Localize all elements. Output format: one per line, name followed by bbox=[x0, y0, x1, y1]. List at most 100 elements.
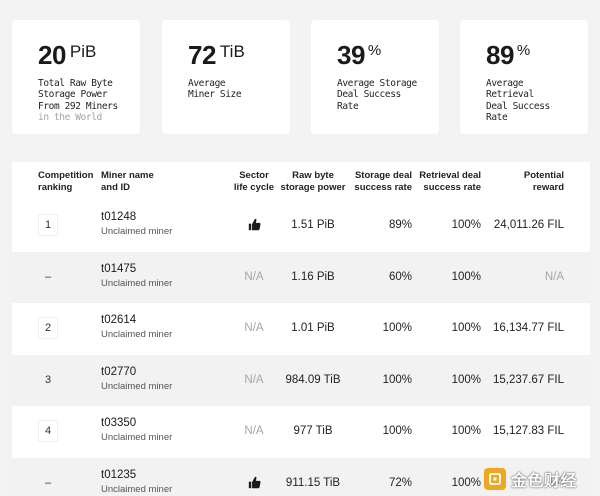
table-row[interactable]: 2 t02614 Unclaimed miner N/A 1.01 PiB 100% 100… bbox=[12, 303, 590, 355]
column-header-miner-name[interactable]: Miner name and ID bbox=[101, 170, 154, 193]
retrieval-deal-rate: 100% bbox=[451, 270, 481, 283]
header-line: Sector bbox=[239, 170, 269, 181]
stat-value: 39 bbox=[337, 40, 365, 70]
stat-desc-line: Retrieval bbox=[486, 89, 534, 101]
storage-deal-rate: 72% bbox=[388, 476, 412, 489]
retrieval-deal-rate: 100% bbox=[451, 322, 481, 334]
stat-unit: % bbox=[516, 42, 531, 59]
rank-badge: 1 bbox=[38, 214, 58, 236]
column-header-storage-deal-rate[interactable]: Storage deal success rate bbox=[348, 170, 412, 193]
watermark-logo-icon bbox=[484, 468, 506, 490]
header-line: Potential bbox=[523, 170, 564, 181]
stat-desc-line: Rate bbox=[337, 100, 359, 112]
stat-unit: TiB bbox=[219, 42, 245, 61]
retrieval-deal-rate: 100% bbox=[451, 219, 481, 231]
potential-reward: 15,237.67 FIL bbox=[493, 373, 564, 386]
column-header-storage-power[interactable]: Raw byte storage power bbox=[278, 170, 348, 193]
storage-power: 984.09 TiB bbox=[285, 373, 341, 386]
retrieval-deal-rate: 100% bbox=[451, 425, 481, 437]
column-header-sector[interactable]: Sector life cycle bbox=[224, 170, 284, 193]
header-line: Storage deal bbox=[354, 170, 412, 181]
retrieval-deal-rate: 100% bbox=[451, 373, 481, 386]
watermark-text: 金色财经 bbox=[511, 473, 578, 490]
miner-id[interactable]: t01248 bbox=[101, 211, 172, 224]
miner-name: Unclaimed miner bbox=[101, 226, 173, 237]
stat-description: Total Raw Byte Storage Power From 292 Mi… bbox=[38, 78, 140, 123]
stat-desc-line: Miner Size bbox=[188, 89, 242, 101]
stat-desc-line: Deal Success bbox=[486, 100, 550, 112]
potential-reward: N/A bbox=[544, 270, 564, 283]
miner-id[interactable]: t02614 bbox=[101, 314, 172, 327]
miner-name: Unclaimed miner bbox=[101, 277, 173, 289]
storage-deal-rate: 100% bbox=[382, 425, 412, 437]
stat-description: Average Miner Size bbox=[188, 78, 290, 101]
header-line: reward bbox=[532, 181, 564, 193]
header-line: life cycle bbox=[233, 181, 275, 193]
header-line: Competition bbox=[38, 170, 94, 181]
stat-card-average-miner-size: 72 TiB Average Miner Size bbox=[162, 20, 290, 134]
miner-id[interactable]: t01235 bbox=[101, 469, 172, 482]
miner-info: t03350 Unclaimed miner bbox=[101, 417, 172, 444]
stat-desc-line: Average bbox=[188, 78, 226, 89]
storage-deal-rate: 100% bbox=[382, 373, 412, 386]
rank-badge: 4 bbox=[38, 420, 58, 442]
sector-life-cycle: N/A bbox=[244, 373, 264, 386]
sector-life-cycle: N/A bbox=[244, 425, 264, 437]
stat-card-total-power: 20 PiB Total Raw Byte Storage Power From… bbox=[12, 20, 140, 134]
retrieval-deal-rate: 100% bbox=[451, 476, 481, 489]
miner-info: t01235 Unclaimed miner bbox=[101, 469, 172, 496]
stat-desc-line: Total Raw Byte bbox=[38, 78, 113, 89]
header-line: Retrieval deal bbox=[419, 170, 481, 181]
stat-desc-line: Average bbox=[486, 78, 524, 89]
storage-deal-rate: 60% bbox=[388, 270, 412, 283]
stat-desc-line: Rate bbox=[486, 111, 508, 123]
storage-power: 977 TiB bbox=[293, 425, 333, 437]
miner-name: Unclaimed miner bbox=[101, 329, 173, 340]
column-header-ranking[interactable]: Competition ranking bbox=[38, 170, 93, 193]
rank-badge: – bbox=[38, 471, 58, 494]
potential-reward: 15,127.83 FIL bbox=[493, 425, 564, 437]
stats-panel: 20 PiB Total Raw Byte Storage Power From… bbox=[0, 0, 600, 160]
header-line: storage power bbox=[280, 181, 346, 193]
header-line: and ID bbox=[101, 181, 131, 193]
stat-unit: % bbox=[367, 42, 382, 59]
storage-power: 911.15 TiB bbox=[285, 476, 341, 489]
storage-deal-rate: 100% bbox=[382, 322, 412, 334]
table-header: Competition ranking Miner name and ID Se… bbox=[12, 162, 590, 200]
storage-power: 1.16 PiB bbox=[291, 270, 335, 283]
stat-desc-line: Storage Power bbox=[38, 89, 108, 101]
rank-badge: – bbox=[38, 265, 58, 288]
rank-badge: 3 bbox=[38, 368, 58, 391]
stat-card-storage-deal-rate: 39 % Average Storage Deal Success Rate bbox=[311, 20, 439, 134]
miner-id[interactable]: t02770 bbox=[101, 366, 172, 379]
miner-id[interactable]: t01475 bbox=[101, 263, 172, 276]
potential-reward: 24,011.26 FIL bbox=[493, 219, 564, 231]
stat-desc-line: Deal Success bbox=[337, 89, 401, 101]
stat-description: Average Storage Deal Success Rate bbox=[337, 78, 439, 112]
stat-desc-muted: in the World bbox=[38, 111, 102, 123]
miner-id[interactable]: t03350 bbox=[101, 417, 172, 430]
table-row[interactable]: – t01475 Unclaimed miner N/A 1.16 PiB 60% 100%… bbox=[12, 251, 590, 303]
table-row[interactable]: 3 t02770 Unclaimed miner N/A 984.09 TiB 100% 1… bbox=[12, 354, 590, 406]
miners-table: Competition ranking Miner name and ID Se… bbox=[12, 162, 590, 496]
potential-reward: 16,134.77 FIL bbox=[493, 322, 564, 334]
header-line: ranking bbox=[38, 181, 73, 193]
stat-desc-line: Average Storage bbox=[337, 78, 417, 89]
miner-info: t01248 Unclaimed miner bbox=[101, 211, 172, 238]
thumbs-up-icon bbox=[224, 476, 284, 490]
header-line: Raw byte bbox=[292, 170, 334, 181]
rank-badge: 2 bbox=[38, 317, 58, 339]
column-header-retrieval-deal-rate[interactable]: Retrieval deal success rate bbox=[415, 170, 481, 193]
table-row[interactable]: 1 t01248 Unclaimed miner 1.51 PiB 89% 100% 24,… bbox=[12, 200, 590, 252]
storage-power: 1.51 PiB bbox=[291, 219, 335, 231]
table-row[interactable]: 4 t03350 Unclaimed miner N/A 977 TiB 100% 100%… bbox=[12, 406, 590, 458]
miner-info: t02614 Unclaimed miner bbox=[101, 314, 172, 341]
header-line: success rate bbox=[423, 181, 481, 193]
stat-value: 89 bbox=[486, 40, 514, 70]
thumbs-up-icon bbox=[224, 218, 284, 232]
storage-power: 1.01 PiB bbox=[291, 322, 335, 334]
stat-value: 72 bbox=[188, 40, 216, 70]
column-header-potential-reward[interactable]: Potential reward bbox=[492, 170, 564, 193]
sector-life-cycle: N/A bbox=[244, 322, 264, 334]
miner-name: Unclaimed miner bbox=[101, 432, 173, 443]
